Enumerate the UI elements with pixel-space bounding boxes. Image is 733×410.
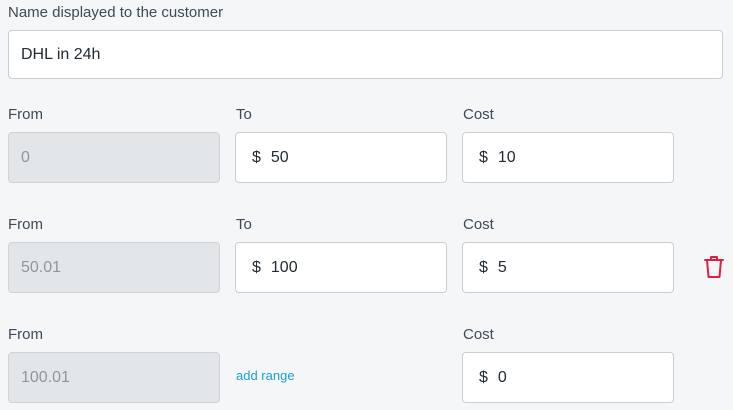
trash-icon[interactable] [702, 254, 726, 280]
to-label: To [236, 106, 252, 123]
to-input[interactable]: $50 [235, 132, 447, 183]
to-input[interactable]: $100 [235, 242, 447, 293]
from-label: From [8, 326, 43, 343]
cost-value: 0 [497, 369, 507, 386]
add-range-link[interactable]: add range [236, 368, 295, 384]
cost-value: 10 [497, 149, 516, 166]
currency-symbol: $ [479, 369, 488, 386]
cost-input[interactable]: $0 [462, 352, 674, 403]
currency-symbol: $ [479, 259, 488, 276]
name-field-label: Name displayed to the customer [8, 4, 224, 21]
to-label: To [236, 216, 252, 233]
currency-symbol: $ [252, 259, 261, 276]
name-field-input[interactable]: DHL in 24h [8, 30, 723, 79]
from-label: From [8, 216, 43, 233]
from-input-disabled: 100.01 [8, 352, 220, 403]
from-input-disabled: 50.01 [8, 242, 220, 293]
shipping-range-form: Name displayed to the customer DHL in 24… [0, 0, 733, 410]
cost-label: Cost [463, 216, 494, 233]
cost-input[interactable]: $10 [462, 132, 674, 183]
currency-symbol: $ [479, 149, 488, 166]
cost-input[interactable]: $5 [462, 242, 674, 293]
currency-symbol: $ [252, 149, 261, 166]
from-label: From [8, 106, 43, 123]
to-value: 50 [270, 149, 289, 166]
to-value: 100 [270, 259, 298, 276]
cost-label: Cost [463, 106, 494, 123]
cost-label: Cost [463, 326, 494, 343]
cost-value: 5 [497, 259, 507, 276]
from-input-disabled: 0 [8, 132, 220, 183]
